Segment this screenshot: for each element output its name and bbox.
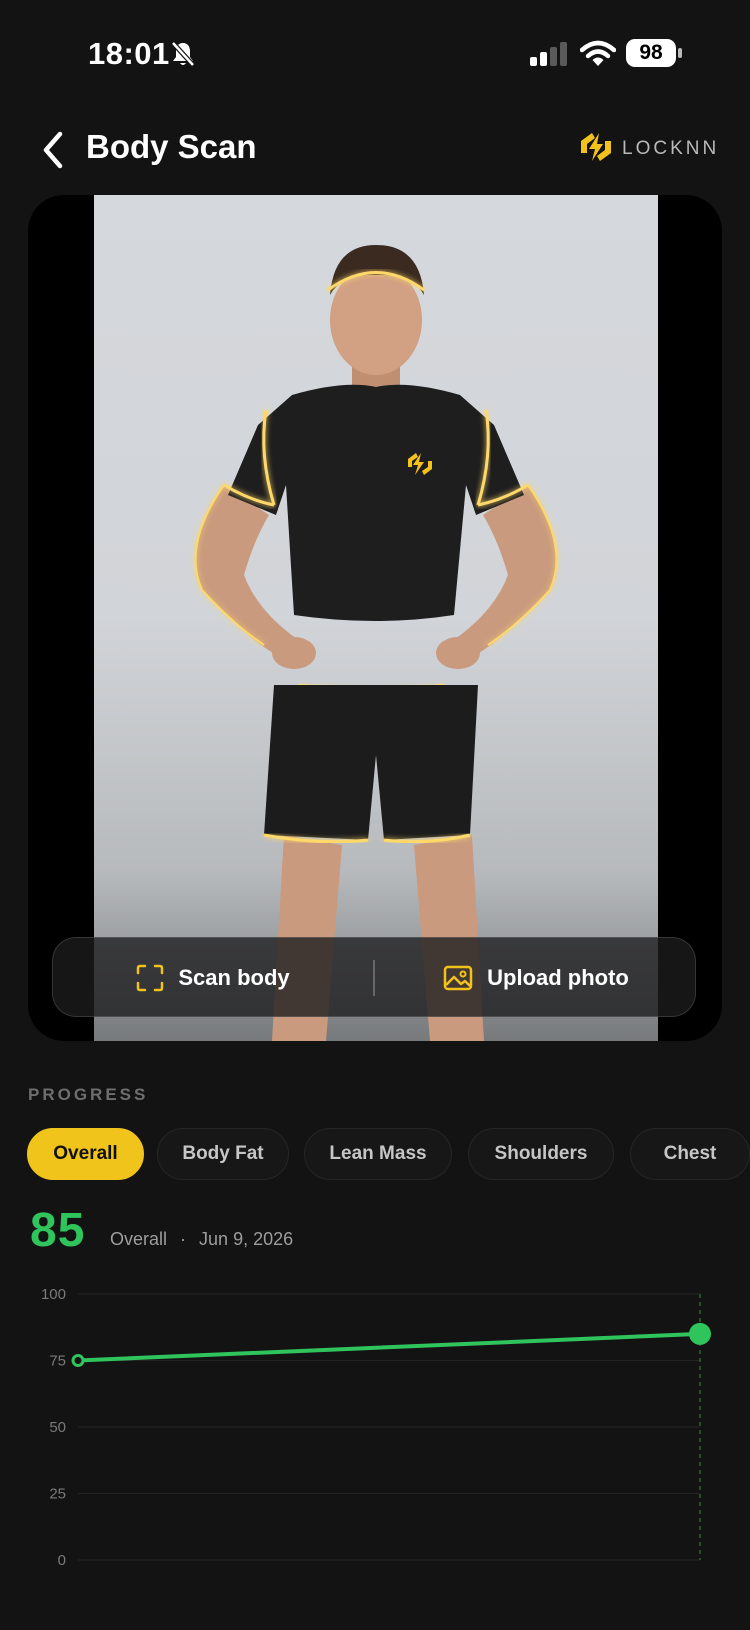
series-line [76,1331,702,1363]
bell-muted-icon [171,41,195,67]
upload-photo-button[interactable]: Upload photo [375,938,697,1018]
body-scan-photo [94,195,658,1041]
y-tick-label: 0 [58,1552,66,1569]
brand-name: LOCKNN [622,138,720,159]
tab-shoulders[interactable]: Shoulders [468,1128,614,1180]
upload-photo-label: Upload photo [487,965,629,990]
y-tick-label: 25 [49,1486,66,1503]
y-tick-label: 100 [41,1286,66,1303]
scan-body-button[interactable]: Scan body [53,938,373,1018]
tab-lean-mass[interactable]: Lean Mass [304,1128,452,1180]
body-figure-illustration [194,195,558,1041]
score-meta: Overall · Jun 9, 2026 [110,1229,293,1250]
back-button[interactable] [36,128,72,172]
locknn-logo-icon [581,133,611,161]
scan-frame-icon [137,964,164,992]
score-separator: · [180,1229,187,1249]
y-tick-label: 75 [49,1353,66,1370]
battery-nub [678,48,682,58]
latest-data-point [689,1322,711,1345]
status-time: 18:01 [88,36,170,71]
score-value: 85 [30,1204,86,1257]
scan-body-label: Scan body [178,965,290,990]
tab-chest[interactable]: Chest [630,1128,750,1180]
progress-section-label: PROGRESS [28,1085,149,1104]
scan-action-bar: Scan body Upload photo [52,937,696,1017]
tab-overall[interactable]: Overall [27,1128,144,1180]
data-point [71,1354,85,1367]
progress-chart: 100 75 50 25 0 [41,1286,711,1569]
wifi-icon [580,40,616,66]
y-tick-label: 50 [49,1419,66,1436]
score-date: Jun 9, 2026 [199,1229,294,1249]
tab-body-fat[interactable]: Body Fat [157,1128,289,1180]
page-title: Body Scan [86,128,257,165]
body-scan-preview: Scan body Upload photo [28,195,722,1041]
image-icon [443,965,473,991]
battery-level: 98 [626,39,676,67]
cellular-signal-icon [530,42,567,66]
score-category: Overall [110,1229,168,1249]
